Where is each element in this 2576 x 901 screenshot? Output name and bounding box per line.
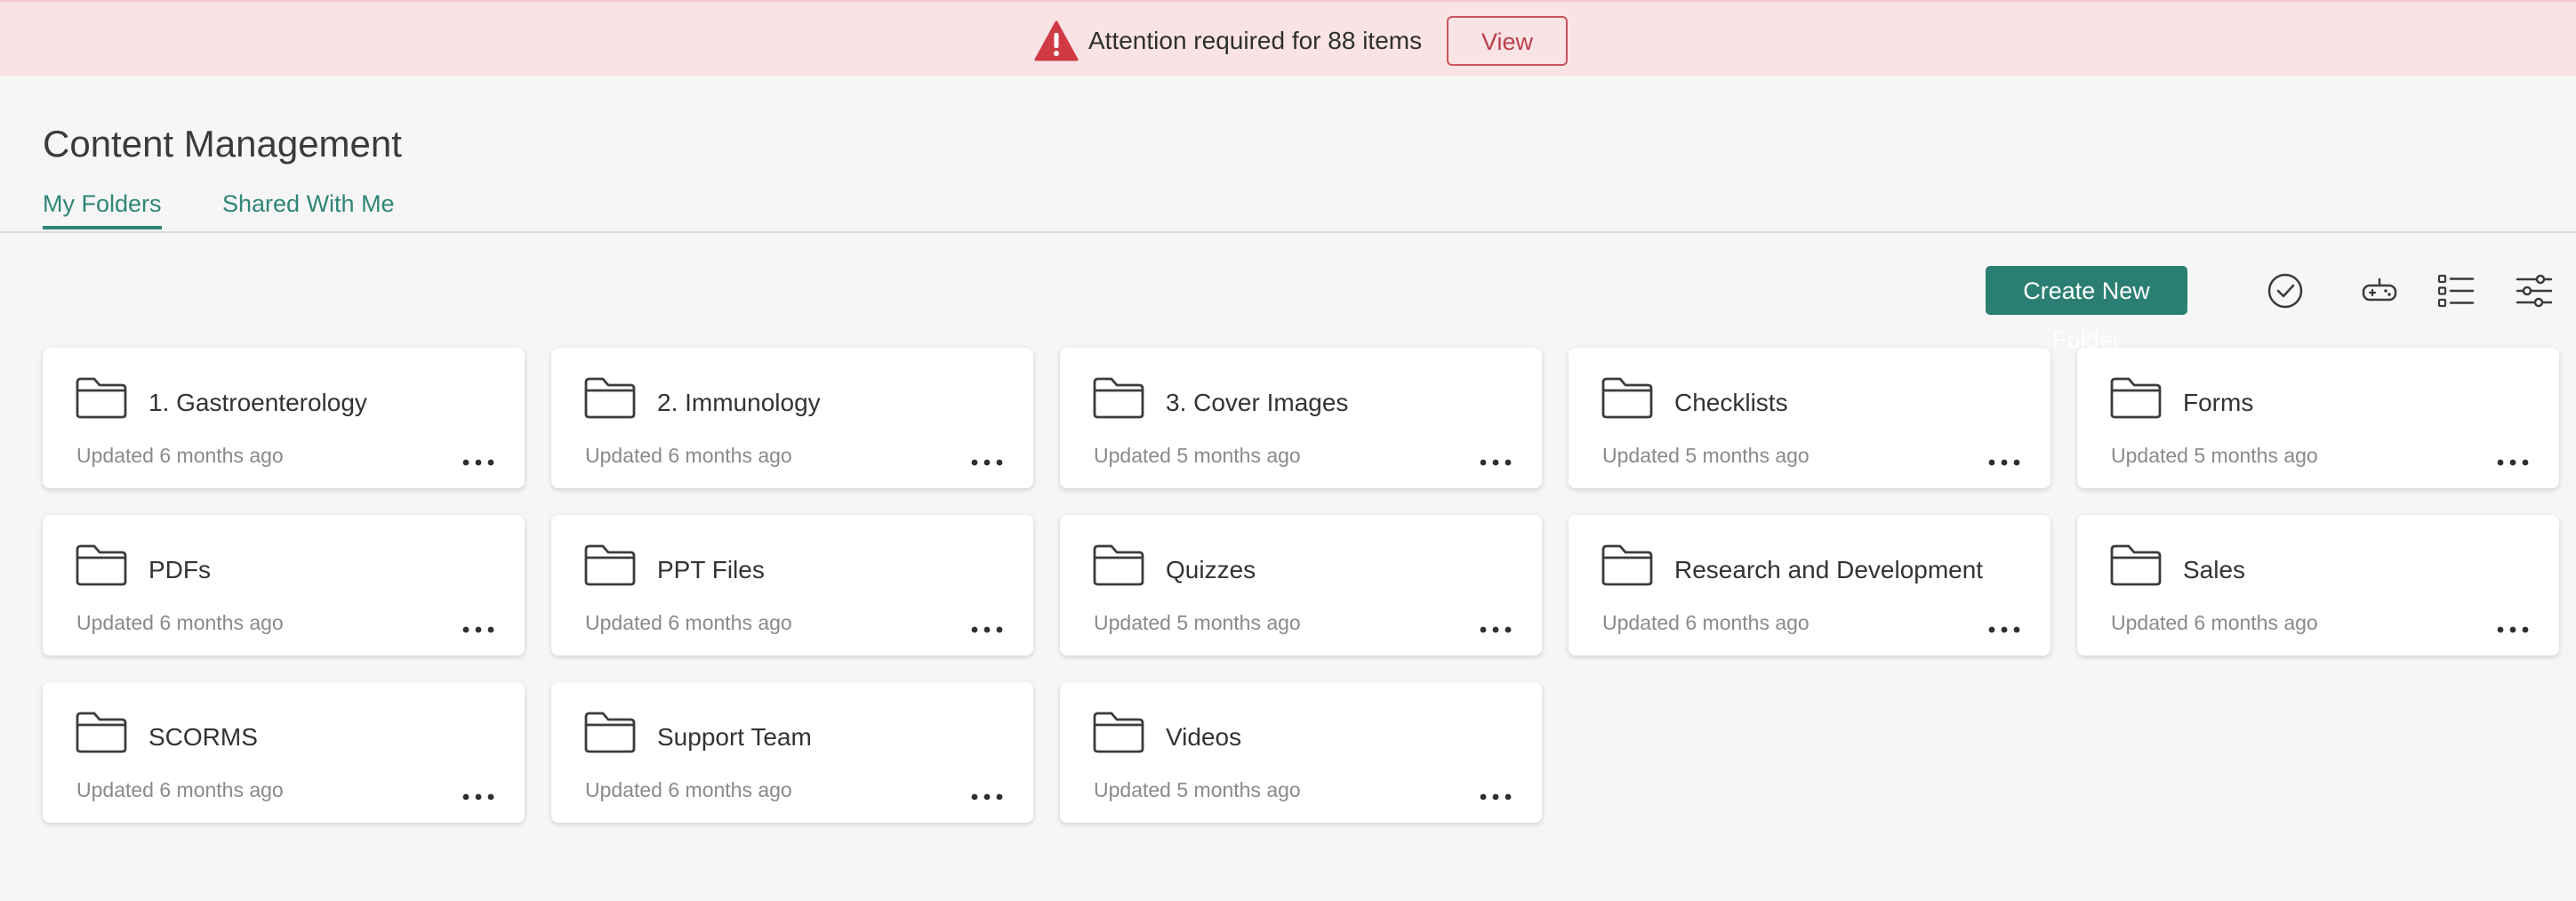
folder-updated-time: Updated 5 months ago [2111,444,2318,467]
folder-icon [583,710,637,754]
tab-shared-with-me[interactable]: Shared With Me [222,187,395,221]
folder-updated-time: Updated 6 months ago [585,611,792,634]
folder-updated-time: Updated 5 months ago [1094,778,1301,801]
folder-tabs: My Folders Shared With Me [0,183,2576,233]
folder-icon [583,543,637,587]
folder-card[interactable]: 3. Cover Images Updated 5 months ago [1060,348,1542,488]
create-new-folder-button[interactable]: Create New Folder [1986,266,2187,353]
folder-card[interactable]: Videos Updated 5 months ago [1060,682,1542,823]
folder-card[interactable]: Quizzes Updated 5 months ago [1060,515,1542,656]
folder-updated-time: Updated 6 months ago [585,778,792,801]
more-options-icon[interactable] [1478,622,1513,638]
folder-name: PPT Files [657,556,765,583]
folder-name: 1. Gastroenterology [148,389,367,416]
folder-card[interactable]: Research and Development Updated 6 months… [1569,515,2050,656]
folder-card[interactable]: PDFs Updated 6 months ago [43,515,525,656]
folder-icon [75,543,128,587]
folder-updated-time: Updated 6 months ago [76,611,284,634]
tab-my-folders[interactable]: My Folders [43,187,162,229]
folder-icon [75,375,128,420]
more-options-icon[interactable] [1986,622,2022,638]
folder-updated-time: Updated 5 months ago [1602,444,1810,467]
folder-name: Videos [1166,723,1242,751]
more-options-icon[interactable] [969,789,1005,805]
folder-name: 2. Immunology [657,389,821,416]
filter-sliders-icon[interactable] [2512,269,2556,313]
more-options-icon[interactable] [461,789,496,805]
more-options-icon[interactable] [1478,789,1513,805]
more-options-icon[interactable] [1478,455,1513,471]
folder-name: Support Team [657,723,812,751]
folder-icon [1601,543,1654,587]
folder-card[interactable]: 1. Gastroenterology Updated 6 months ago [43,348,525,488]
attention-banner: Attention required for 88 items View [0,0,2576,76]
folder-icon [1092,543,1145,587]
more-options-icon[interactable] [2495,622,2531,638]
folder-card[interactable]: Checklists Updated 5 months ago [1569,348,2050,488]
gamepad-icon[interactable] [2357,269,2402,313]
list-view-icon[interactable] [2434,269,2478,313]
folder-icon [583,375,637,420]
folder-icon [75,710,128,754]
folder-updated-time: Updated 6 months ago [76,444,284,467]
folder-icon [2109,543,2163,587]
folder-card[interactable]: 2. Immunology Updated 6 months ago [551,348,1033,488]
more-options-icon[interactable] [969,622,1005,638]
more-options-icon[interactable] [969,455,1005,471]
folder-name: Forms [2183,389,2254,416]
folder-name: 3. Cover Images [1166,389,1349,416]
folder-icon [2109,375,2163,420]
page-title: Content Management [43,123,402,165]
folder-updated-time: Updated 6 months ago [2111,611,2318,634]
attention-message: Attention required for 88 items [1088,27,1423,54]
folder-updated-time: Updated 5 months ago [1094,611,1301,634]
folder-updated-time: Updated 6 months ago [1602,611,1810,634]
folder-name: Research and Development [1674,556,1984,583]
view-button[interactable]: View [1447,16,1568,66]
folder-card[interactable]: SCORMS Updated 6 months ago [43,682,525,823]
folder-icon [1601,375,1654,420]
more-options-icon[interactable] [461,455,496,471]
folder-updated-time: Updated 6 months ago [76,778,284,801]
folder-icon [1092,375,1145,420]
folder-card[interactable]: Sales Updated 6 months ago [2077,515,2559,656]
folder-name: SCORMS [148,723,258,751]
more-options-icon[interactable] [1986,455,2022,471]
folder-name: Checklists [1674,389,1788,416]
folder-updated-time: Updated 6 months ago [585,444,792,467]
folder-name: Sales [2183,556,2246,583]
folder-icon [1092,710,1145,754]
folder-card[interactable]: PPT Files Updated 6 months ago [551,515,1033,656]
check-circle-icon[interactable] [2263,269,2307,313]
warning-triangle-icon [1034,20,1079,61]
more-options-icon[interactable] [2495,455,2531,471]
folder-name: PDFs [148,556,211,583]
folder-card[interactable]: Support Team Updated 6 months ago [551,682,1033,823]
folder-card[interactable]: Forms Updated 5 months ago [2077,348,2559,488]
folder-name: Quizzes [1166,556,1256,583]
folder-updated-time: Updated 5 months ago [1094,444,1301,467]
more-options-icon[interactable] [461,622,496,638]
